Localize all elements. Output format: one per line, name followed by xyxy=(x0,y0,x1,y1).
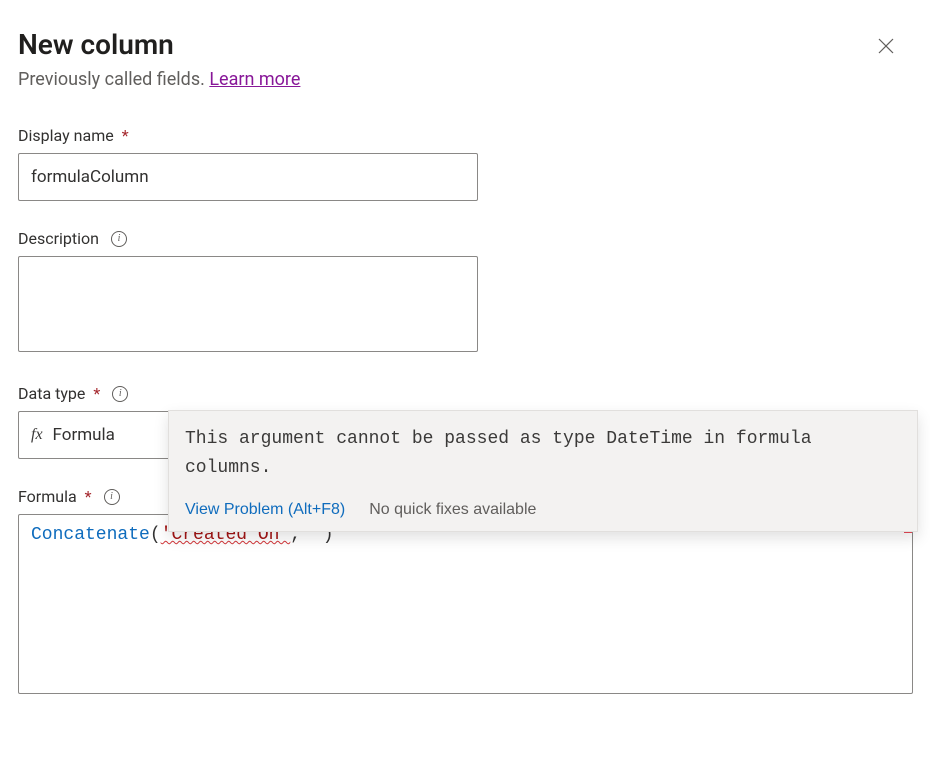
formula-label-text: Formula xyxy=(18,487,77,506)
info-icon[interactable]: i xyxy=(112,386,128,402)
required-asterisk: * xyxy=(93,384,100,403)
page-subtitle: Previously called fields. Learn more xyxy=(18,69,912,90)
info-icon[interactable]: i xyxy=(104,489,120,505)
formula-editor[interactable]: Concatenate('Created On',"") xyxy=(18,514,913,694)
token-function: Concatenate xyxy=(31,525,150,545)
close-button[interactable] xyxy=(872,32,900,60)
token-open-paren: ( xyxy=(150,525,161,545)
data-type-label-text: Data type xyxy=(18,384,85,403)
required-asterisk: * xyxy=(85,487,92,506)
close-icon xyxy=(876,36,896,56)
subtitle-text: Previously called fields. xyxy=(18,69,209,90)
fx-icon: fx xyxy=(31,426,43,444)
error-tooltip: This argument cannot be passed as type D… xyxy=(168,410,918,532)
data-type-value: Formula xyxy=(53,425,115,445)
display-name-label-text: Display name xyxy=(18,126,114,145)
error-message: This argument cannot be passed as type D… xyxy=(169,411,917,493)
display-name-input[interactable] xyxy=(18,153,478,201)
info-icon[interactable]: i xyxy=(111,231,127,247)
description-input[interactable] xyxy=(18,256,478,352)
no-quick-fixes-text: No quick fixes available xyxy=(369,501,536,519)
description-label: Description i xyxy=(18,229,912,248)
view-problem-link[interactable]: View Problem (Alt+F8) xyxy=(185,501,345,519)
page-title: New column xyxy=(18,28,174,61)
data-type-label: Data type * i xyxy=(18,384,912,403)
description-label-text: Description xyxy=(18,229,99,248)
required-asterisk: * xyxy=(122,126,129,145)
display-name-label: Display name * xyxy=(18,126,912,145)
description-field: Description i xyxy=(18,229,912,356)
learn-more-link[interactable]: Learn more xyxy=(209,69,300,90)
display-name-field: Display name * xyxy=(18,126,912,201)
formula-field: Formula * i This argument cannot be pass… xyxy=(18,487,912,694)
